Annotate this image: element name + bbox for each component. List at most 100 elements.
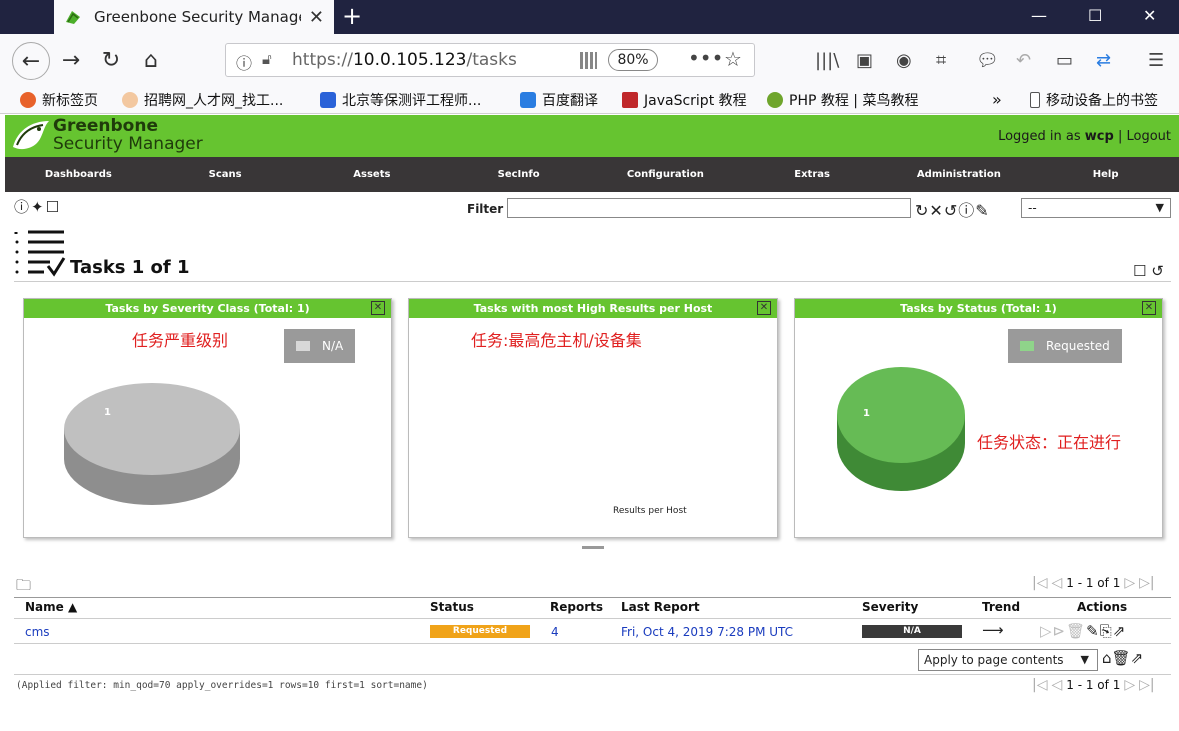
next-page-icon[interactable]: ▷ bbox=[1124, 575, 1135, 591]
sync-icon[interactable]: ⇄ bbox=[1096, 50, 1111, 71]
menu-assets[interactable]: Assets bbox=[299, 157, 446, 192]
clear-filter-icon[interactable]: ✕ bbox=[929, 201, 943, 220]
edit-filter-icon[interactable]: ✎ bbox=[975, 201, 989, 220]
menu-secinfo[interactable]: SecInfo bbox=[445, 157, 592, 192]
back-icon[interactable]: ← bbox=[12, 42, 50, 80]
column-severity[interactable]: Severity bbox=[862, 600, 918, 614]
bookmark-item[interactable]: 移动设备上的书签 bbox=[1030, 90, 1158, 110]
reset-dashboard-icon[interactable]: ↺ bbox=[1151, 262, 1164, 280]
info-icon[interactable]: ⓘ bbox=[236, 50, 252, 74]
reset-filter-icon[interactable]: ↺ bbox=[944, 201, 958, 220]
pie-chart-status bbox=[837, 367, 965, 491]
bookmark-item[interactable]: 新标签页 bbox=[20, 90, 98, 110]
close-panel-icon[interactable]: ✕ bbox=[1142, 301, 1156, 315]
url-bar[interactable]: ⓘ 🔓︎ https://10.0.105.123/tasks 80% ••• … bbox=[225, 43, 755, 77]
app-header: Greenbone Security Manager Logged in as … bbox=[5, 115, 1179, 157]
qr-code-icon[interactable] bbox=[580, 52, 597, 69]
bookmark-star-icon[interactable]: ☆ bbox=[724, 47, 742, 71]
resize-handle[interactable] bbox=[582, 546, 604, 549]
column-name[interactable]: Name ▲ bbox=[25, 600, 77, 614]
bulk-trash-icon[interactable]: 🗑︎ bbox=[1112, 649, 1131, 667]
menu-dashboards[interactable]: Dashboards bbox=[5, 157, 152, 192]
logout-link[interactable]: Logout bbox=[1126, 129, 1171, 144]
firefox-icon bbox=[20, 92, 36, 108]
next-page-icon[interactable]: ▷ bbox=[1124, 677, 1135, 693]
menu-help[interactable]: Help bbox=[1032, 157, 1179, 192]
last-report-link[interactable]: Fri, Oct 4, 2019 7:28 PM UTC bbox=[621, 625, 793, 639]
translate-icon bbox=[520, 92, 536, 108]
account-icon[interactable]: ◉ bbox=[896, 50, 912, 71]
status-badge: Requested bbox=[430, 625, 530, 638]
filter-input[interactable] bbox=[507, 198, 911, 218]
bulk-action-select[interactable]: Apply to page contents ▼ bbox=[918, 649, 1098, 671]
menu-scans[interactable]: Scans bbox=[152, 157, 299, 192]
bulk-export-icon[interactable]: ⇗ bbox=[1131, 649, 1144, 667]
home-icon[interactable]: ⌂ bbox=[135, 44, 167, 76]
reports-link[interactable]: 4 bbox=[551, 625, 559, 639]
close-panel-icon[interactable]: ✕ bbox=[757, 301, 771, 315]
help-icon[interactable]: ⓘ bbox=[14, 198, 31, 216]
filter-select[interactable]: -- ▼ bbox=[1021, 198, 1171, 218]
insecure-lock-icon[interactable]: 🔓︎ bbox=[262, 50, 272, 68]
maximize-icon[interactable]: ☐ bbox=[1088, 6, 1102, 25]
screenshot-icon[interactable]: ⌗ bbox=[936, 50, 946, 71]
library-icon[interactable]: |||\ bbox=[815, 50, 839, 71]
task-name-link[interactable]: cms bbox=[25, 625, 50, 639]
wizard-icon[interactable]: ✦ bbox=[31, 198, 46, 216]
tag-icon[interactable]: ⌂ bbox=[1102, 649, 1112, 667]
resume-icon[interactable]: ⊳ bbox=[1053, 622, 1067, 640]
monitor-icon[interactable]: ▭ bbox=[1056, 50, 1073, 71]
column-last-report[interactable]: Last Report bbox=[621, 600, 700, 614]
last-page-icon[interactable]: ▷| bbox=[1139, 677, 1154, 693]
minimize-icon[interactable]: — bbox=[1031, 6, 1047, 25]
column-status[interactable]: Status bbox=[430, 600, 474, 614]
row-actions: ▷⊳🗑︎✎⎘⇗ bbox=[1040, 622, 1126, 640]
more-bookmarks-icon[interactable]: » bbox=[992, 90, 1002, 109]
menu-administration[interactable]: Administration bbox=[886, 157, 1033, 192]
chevron-down-icon: ▼ bbox=[1080, 653, 1089, 666]
export-icon[interactable]: ⇗ bbox=[1113, 622, 1127, 640]
close-window-icon[interactable]: ✕ bbox=[1143, 6, 1156, 25]
start-icon[interactable]: ▷ bbox=[1040, 622, 1053, 640]
new-task-icon[interactable]: ☐ bbox=[46, 198, 61, 216]
bookmark-item[interactable]: 北京等保测评工程师... bbox=[320, 90, 481, 110]
close-tab-icon[interactable]: ✕ bbox=[309, 7, 324, 28]
trash-icon[interactable]: 🗑︎ bbox=[1066, 622, 1086, 640]
add-chart-icon[interactable]: ☐ bbox=[1133, 262, 1146, 280]
chat-icon[interactable]: 💬︎ bbox=[976, 50, 999, 71]
page-actions-icon[interactable]: ••• bbox=[688, 46, 723, 70]
reload-icon[interactable]: ↻ bbox=[95, 44, 127, 76]
clone-icon[interactable]: ⎘ bbox=[1100, 622, 1113, 640]
bookmark-item[interactable]: JavaScript 教程 bbox=[622, 90, 747, 110]
menu-extras[interactable]: Extras bbox=[739, 157, 886, 192]
url-text[interactable]: https://10.0.105.123/tasks bbox=[292, 50, 517, 70]
logo-text: Greenbone bbox=[53, 116, 158, 136]
bookmark-item[interactable]: 百度翻译 bbox=[520, 90, 598, 110]
zoom-level[interactable]: 80% bbox=[608, 49, 658, 71]
first-page-icon[interactable]: |◁ bbox=[1032, 677, 1047, 693]
greenbone-logo-icon bbox=[13, 121, 49, 150]
bookmark-item[interactable]: 招聘网_人才网_找工... bbox=[122, 90, 283, 110]
column-reports[interactable]: Reports bbox=[550, 600, 603, 614]
forward-icon[interactable]: → bbox=[55, 44, 87, 76]
menu-configuration[interactable]: Configuration bbox=[592, 157, 739, 192]
panel-title: Tasks by Status (Total: 1) bbox=[900, 302, 1057, 315]
browser-nav-bar: ← → ↻ ⌂ ⓘ 🔓︎ https://10.0.105.123/tasks … bbox=[0, 34, 1179, 86]
bookmark-item[interactable]: PHP 教程 | 菜鸟教程 bbox=[767, 90, 918, 110]
edit-icon[interactable]: ✎ bbox=[1086, 622, 1100, 640]
filter-icons: ↻✕↺ⓘ✎ bbox=[915, 197, 990, 221]
filter-help-icon[interactable]: ⓘ bbox=[958, 201, 975, 220]
first-page-icon[interactable]: |◁ bbox=[1032, 575, 1047, 591]
last-page-icon[interactable]: ▷| bbox=[1139, 575, 1154, 591]
close-panel-icon[interactable]: ✕ bbox=[371, 301, 385, 315]
filter-label: Filter bbox=[467, 202, 504, 216]
sidebar-icon[interactable]: ▣ bbox=[856, 50, 873, 71]
prev-page-icon[interactable]: ◁ bbox=[1051, 677, 1062, 693]
hamburger-menu-icon[interactable]: ☰ bbox=[1148, 50, 1164, 71]
prev-page-icon[interactable]: ◁ bbox=[1051, 575, 1062, 591]
undo-icon[interactable]: ↶ bbox=[1016, 50, 1031, 71]
browser-tab[interactable]: Greenbone Security Manage ✕ bbox=[54, 0, 334, 34]
refresh-filter-icon[interactable]: ↻ bbox=[915, 201, 929, 220]
chart-legend: Requested bbox=[1008, 329, 1122, 363]
new-tab-icon[interactable]: + bbox=[342, 2, 362, 30]
